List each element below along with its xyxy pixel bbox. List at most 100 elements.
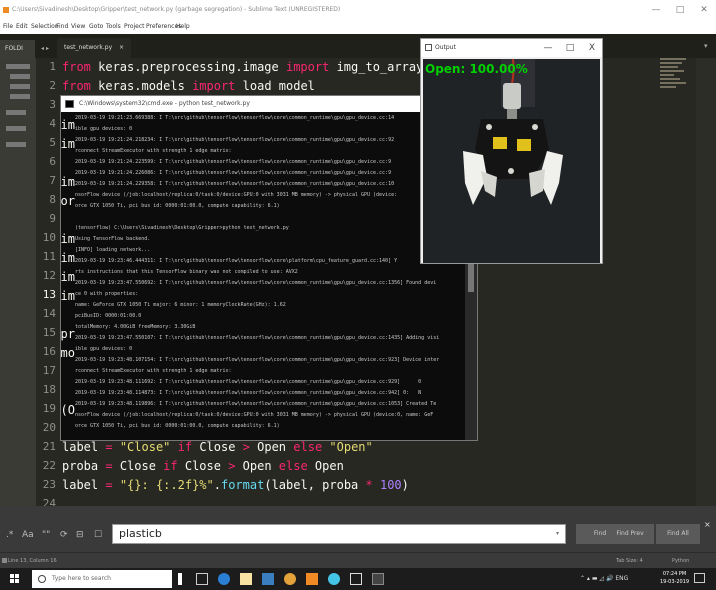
console-line: 2019-03-19 19:21:24.223599: I T:\src\git… — [75, 159, 392, 165]
code-fragment-behind-console: im — [61, 137, 75, 151]
sidebar-folder-item[interactable] — [6, 126, 26, 131]
console-line: 2019-03-19 19:23:48.119896: I T:\src\git… — [75, 401, 437, 407]
find-input[interactable]: plasticb ▾ — [112, 524, 566, 544]
sidebar — [0, 58, 36, 506]
syntax-selector[interactable]: Python — [672, 553, 689, 569]
menu-find[interactable]: Find — [56, 23, 68, 30]
line-number: 10 — [42, 231, 56, 244]
close-button[interactable]: ✕ — [692, 0, 716, 20]
maximize-button[interactable]: □ — [668, 0, 692, 20]
highlight-matches-toggle[interactable]: ☐ — [94, 530, 102, 540]
sidebar-folder-item[interactable] — [10, 74, 30, 79]
title-bar: C:\Users\Sivadinesh\Desktop\Gripper\test… — [0, 0, 716, 20]
tab-test-network[interactable]: test_network.py × — [57, 38, 131, 58]
cursor-position: Line 13, Column 16 — [8, 558, 57, 564]
notification-icon[interactable] — [694, 573, 705, 583]
code-fragment-behind-console: im — [61, 232, 75, 246]
taskbar-search[interactable]: Type here to search — [32, 570, 172, 588]
sidebar-folder-item[interactable] — [10, 84, 30, 89]
console-line: 2019-03-19 19:21:24.218234: I T:\src\git… — [75, 137, 395, 143]
console-line: (tensorflow) C:\Users\Sivadinesh\Desktop… — [75, 225, 289, 231]
minimize-button[interactable]: — — [644, 0, 668, 20]
command-prompt-window[interactable]: C:\Windows\system32\cmd.exe - python tes… — [60, 95, 478, 441]
windows-start-icon[interactable] — [10, 574, 20, 584]
sidebar-folder-item[interactable] — [6, 142, 26, 147]
menu-file[interactable]: File — [3, 23, 13, 30]
window-title: C:\Users\Sivadinesh\Desktop\Gripper\test… — [12, 6, 341, 13]
code-fragment-behind-console: im — [61, 251, 75, 265]
console-output[interactable]: 2019-03-19 19:21:23.669388: I T:\src\git… — [61, 112, 477, 440]
sidebar-folder-item[interactable] — [10, 94, 30, 99]
line-number: 21 — [42, 440, 56, 453]
case-sensitive-toggle[interactable]: Aa — [22, 530, 34, 540]
task-view-icon[interactable] — [196, 573, 208, 585]
console-line: 2019-03-19 19:23:46.444311: I T:\src\git… — [75, 258, 398, 264]
cmd-taskbar-icon[interactable] — [350, 573, 362, 585]
in-selection-toggle[interactable]: ⊟ — [76, 530, 84, 540]
menu-selection[interactable]: Selection — [31, 23, 59, 30]
console-line: ible gpu devices: 0 — [75, 346, 133, 352]
output-maximize-button[interactable]: □ — [561, 39, 579, 57]
line-number: 22 — [42, 459, 56, 472]
line-number: 3 — [49, 98, 56, 111]
menu-tools[interactable]: Tools — [106, 23, 121, 30]
file-explorer-icon[interactable] — [240, 573, 252, 585]
menu-goto[interactable]: Goto — [89, 23, 103, 30]
clock[interactable]: 07:24 PM 19-03-2019 — [660, 570, 689, 586]
system-tray[interactable]: ⌃ ▴ ▬ ◿ 🔊 ENG — [580, 568, 628, 590]
editor-scrollbar[interactable] — [696, 58, 716, 506]
tab-dropdown-icon[interactable]: ▾ — [704, 42, 708, 50]
line-number: 5 — [49, 136, 56, 149]
output-window[interactable]: Output — □ X Open: 100.00% — [420, 38, 603, 264]
edge-browser-icon[interactable] — [218, 573, 230, 585]
code-line-22: proba = Close if Close > Open else Open — [62, 459, 344, 473]
menu-project[interactable]: Project — [124, 23, 145, 30]
find-history-dropdown-icon[interactable]: ▾ — [556, 525, 559, 543]
line-number: 18 — [42, 383, 56, 396]
console-line: nsorFlow device (/job:localhost/replica:… — [75, 412, 434, 418]
line-number: 19 — [42, 402, 56, 415]
tab-close-icon[interactable]: × — [119, 38, 124, 58]
camera-frame: Open: 100.00% — [423, 59, 600, 263]
sidebar-folder-item[interactable] — [6, 110, 26, 115]
console-line: 2019-03-19 19:21:24.226086: I T:\src\git… — [75, 170, 392, 176]
app-icon[interactable] — [328, 573, 340, 585]
console-line: name: GeForce GTX 1050 Ti major: 6 minor… — [75, 302, 286, 308]
wrap-toggle[interactable]: ⟳ — [60, 530, 68, 540]
console-line: ible gpu devices: 0 — [75, 126, 133, 132]
chrome-icon[interactable] — [284, 573, 296, 585]
mic-icon[interactable] — [178, 573, 182, 585]
menu-view[interactable]: View — [71, 23, 85, 30]
tab-size[interactable]: Tab Size: 4 — [616, 553, 643, 569]
find-close-icon[interactable]: × — [704, 520, 711, 529]
sidebar-folder-item[interactable] — [6, 64, 30, 69]
code-fragment-behind-console: pr — [61, 327, 75, 341]
menu-bar: File Edit Selection Find View Goto Tools… — [0, 20, 716, 34]
line-number: 12 — [42, 269, 56, 282]
whole-word-toggle[interactable]: "" — [42, 530, 50, 540]
output-minimize-button[interactable]: — — [539, 39, 557, 57]
minimap[interactable] — [660, 58, 688, 108]
code-fragment-behind-console: im — [61, 270, 75, 284]
find-all-button[interactable]: Find All — [656, 524, 700, 544]
sublime-taskbar-icon[interactable] — [306, 573, 318, 585]
tab-bar: FOLDI ◂ ▸ test_network.py × ▾ — [0, 34, 716, 58]
regex-toggle[interactable]: .* — [6, 530, 13, 540]
line-number-gutter: 1 2 3 4 5 6 7 8 9 10 11 12 13 14 15 16 1… — [36, 58, 59, 529]
clock-time: 07:24 PM — [662, 571, 687, 577]
console-line: ce 0 with properties: — [75, 291, 139, 297]
menu-edit[interactable]: Edit — [16, 23, 28, 30]
code-fragment-behind-console: (O — [61, 403, 75, 417]
line-number: 8 — [49, 193, 56, 206]
status-bar: Line 13, Column 16 Tab Size: 4 Python — [0, 552, 716, 568]
store-icon[interactable] — [262, 573, 274, 585]
console-line: 2019-03-19 19:21:24.229358: I T:\src\git… — [75, 181, 395, 187]
tab-scroll-arrows[interactable]: ◂ ▸ — [35, 40, 55, 58]
menu-help[interactable]: Help — [176, 23, 190, 30]
output-close-button[interactable]: X — [583, 39, 601, 57]
console-line: nsorFlow device (/job:localhost/replica:… — [75, 192, 398, 198]
panel-toggle-icon[interactable] — [2, 558, 7, 563]
find-prev-button[interactable]: Find Prev — [606, 524, 654, 544]
python-window-taskbar-icon[interactable] — [372, 573, 384, 585]
console-line: totalMemory: 4.00GiB freeMemory: 3.30GiB — [75, 324, 196, 330]
